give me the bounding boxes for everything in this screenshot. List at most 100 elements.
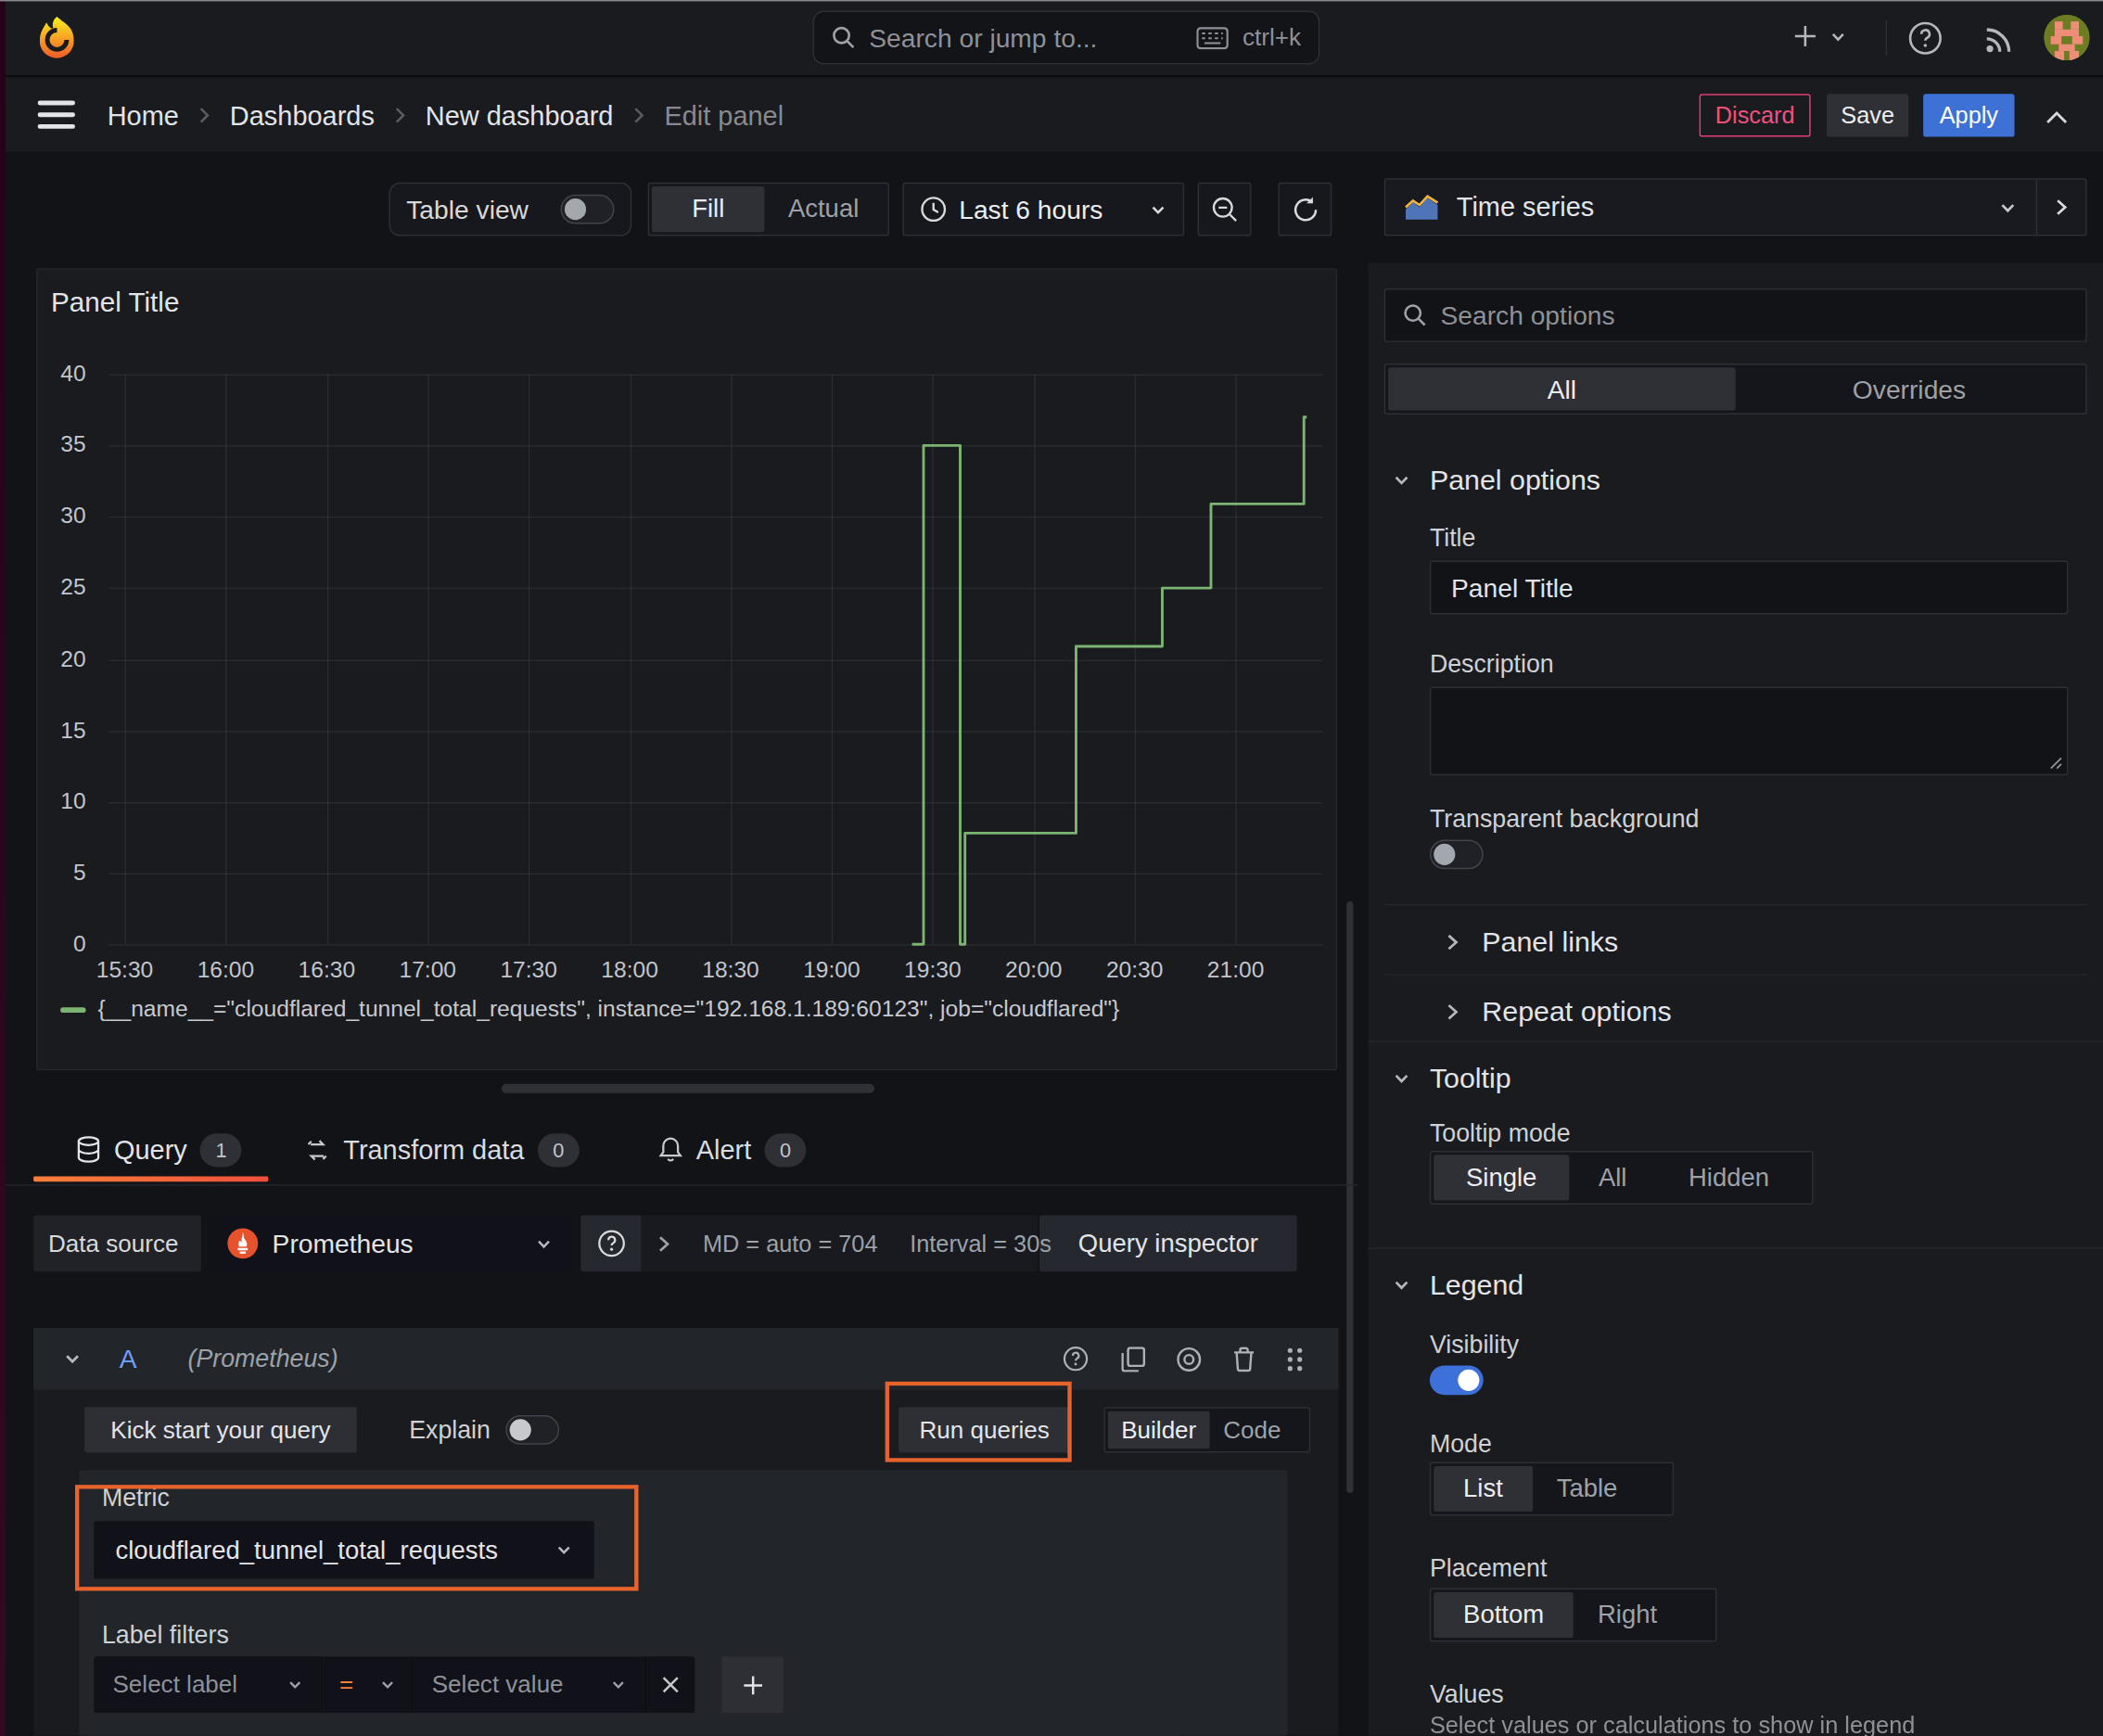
visualization-picker[interactable]: Time series xyxy=(1384,178,2087,236)
mode-table[interactable]: Table xyxy=(1533,1466,1642,1512)
save-button[interactable]: Save xyxy=(1827,94,1908,136)
repeat-options-title: Repeat options xyxy=(1482,995,1671,1028)
breadcrumb-home[interactable]: Home xyxy=(108,100,179,131)
menu-icon[interactable] xyxy=(37,99,74,130)
options-divider xyxy=(1368,1247,2103,1248)
expand-chevron-icon[interactable] xyxy=(657,1233,670,1254)
placement-right[interactable]: Right xyxy=(1574,1592,1681,1638)
operator-dropdown[interactable]: = xyxy=(324,1656,414,1713)
tab-query[interactable]: Query 1 xyxy=(76,1130,242,1168)
query-ref-id: A xyxy=(120,1344,137,1374)
apply-button[interactable]: Apply xyxy=(1923,94,2014,136)
table-view-control[interactable]: Table view xyxy=(389,183,631,236)
query-row-header[interactable]: A (Prometheus) xyxy=(33,1328,1338,1390)
trash-icon[interactable] xyxy=(1232,1346,1255,1371)
options-divider xyxy=(1384,974,2087,975)
refresh-button[interactable] xyxy=(1278,183,1332,236)
time-range-picker[interactable]: Last 6 hours xyxy=(902,183,1184,236)
add-button[interactable] xyxy=(1791,23,1846,50)
zoom-out-button[interactable] xyxy=(1198,183,1252,236)
grafana-logo[interactable] xyxy=(36,15,78,62)
builder-option[interactable]: Builder xyxy=(1108,1411,1210,1449)
remove-filter-button[interactable] xyxy=(646,1656,695,1713)
description-label: Description xyxy=(1430,649,1554,679)
tab-transform-data[interactable]: Transform data 0 xyxy=(304,1130,579,1168)
news-rss-icon[interactable] xyxy=(1981,21,2016,57)
visibility-toggle[interactable] xyxy=(1430,1365,1484,1395)
description-textarea[interactable] xyxy=(1430,687,2068,775)
global-search[interactable]: Search or jump to... ctrl+k xyxy=(813,11,1320,65)
legend-label: {__name__="cloudflared_tunnel_total_requ… xyxy=(98,997,1120,1024)
fill-option[interactable]: Fill xyxy=(652,186,764,232)
duplicate-icon[interactable] xyxy=(1121,1346,1145,1371)
fill-actual-switch: Fill Actual xyxy=(648,183,889,236)
options-tab-all[interactable]: All xyxy=(1388,367,1736,410)
options-tab-overrides[interactable]: Overrides xyxy=(1736,367,2084,410)
mode-label: Mode xyxy=(1430,1430,1492,1460)
search-icon xyxy=(832,25,856,49)
help-icon[interactable] xyxy=(1907,20,1944,57)
chart-legend-item[interactable]: {__name__="cloudflared_tunnel_total_requ… xyxy=(60,997,1119,1024)
keyboard-icon xyxy=(1197,26,1230,49)
datasource-label: Data source xyxy=(48,1230,178,1257)
transparent-bg-toggle[interactable] xyxy=(1430,839,1484,869)
repeat-options-header[interactable]: Repeat options xyxy=(1446,995,1671,1028)
datasource-help-button[interactable] xyxy=(580,1215,643,1271)
series-line xyxy=(37,270,1335,1069)
mode-list[interactable]: List xyxy=(1434,1466,1532,1512)
query-inspector-button[interactable]: Query inspector xyxy=(1039,1215,1297,1271)
vertical-scrollbar[interactable] xyxy=(1346,901,1353,1493)
kickstart-button[interactable]: Kick start your query xyxy=(84,1407,357,1452)
tooltip-header[interactable]: Tooltip xyxy=(1392,1063,1510,1095)
select-value-dropdown[interactable]: Select value xyxy=(413,1656,646,1713)
chevron-down-icon xyxy=(1998,198,2017,216)
screen-left-edge xyxy=(0,0,6,1736)
add-filter-button[interactable] xyxy=(721,1656,784,1713)
collapse-up-icon[interactable] xyxy=(2041,102,2071,132)
tooltip-hidden[interactable]: Hidden xyxy=(1656,1155,1802,1200)
horizontal-resize-handle[interactable] xyxy=(502,1084,874,1093)
tab-transform-count: 0 xyxy=(538,1133,580,1167)
chevron-down-icon xyxy=(1150,200,1167,218)
discard-button[interactable]: Discard xyxy=(1700,94,1811,136)
drag-handle-icon[interactable] xyxy=(1286,1346,1304,1371)
breadcrumb-bar: Home Dashboards New dashboard Edit panel… xyxy=(0,78,2103,152)
tab-alert[interactable]: Alert 0 xyxy=(658,1130,806,1168)
legend-placement-switch: Bottom Right xyxy=(1430,1589,1717,1642)
options-search[interactable]: Search options xyxy=(1384,288,2087,342)
collapse-chevron-icon[interactable] xyxy=(63,1349,82,1368)
breadcrumb-new-dashboard[interactable]: New dashboard xyxy=(426,100,614,131)
explain-label: Explain xyxy=(409,1415,491,1445)
time-series-chart[interactable]: 051015202530354015:3016:0016:3017:0017:3… xyxy=(37,270,1335,1069)
code-option[interactable]: Code xyxy=(1210,1411,1294,1449)
tooltip-mode-switch: Single All Hidden xyxy=(1430,1151,1814,1205)
visibility-label: Visibility xyxy=(1430,1331,1519,1360)
query-stats-bar: MD = auto = 704 Interval = 30s xyxy=(641,1215,1038,1271)
timeseries-viz-icon xyxy=(1404,194,1439,221)
datasource-picker[interactable]: Prometheus xyxy=(210,1215,570,1271)
plus-icon xyxy=(1791,23,1818,50)
query-help-icon[interactable] xyxy=(1063,1346,1090,1372)
toggle-pane-button[interactable] xyxy=(2036,180,2086,235)
placement-bottom[interactable]: Bottom xyxy=(1434,1592,1574,1638)
panel-title-input[interactable]: Panel Title xyxy=(1430,561,2068,615)
disable-query-icon[interactable] xyxy=(1177,1346,1202,1371)
panel-options-header[interactable]: Panel options xyxy=(1392,464,1600,496)
time-range-label: Last 6 hours xyxy=(959,194,1137,224)
legend-header[interactable]: Legend xyxy=(1392,1269,1523,1301)
options-divider xyxy=(1384,904,2087,905)
avatar[interactable] xyxy=(2044,15,2089,60)
actual-option[interactable]: Actual xyxy=(764,186,882,232)
select-label-dropdown[interactable]: Select label xyxy=(94,1656,323,1713)
panel-links-header[interactable]: Panel links xyxy=(1446,925,1618,958)
breadcrumb-dashboards[interactable]: Dashboards xyxy=(230,100,375,131)
tooltip-all[interactable]: All xyxy=(1569,1155,1656,1200)
clock-icon xyxy=(920,196,947,223)
table-view-toggle[interactable] xyxy=(561,195,615,224)
chevron-down-icon xyxy=(535,1234,553,1252)
explain-toggle[interactable] xyxy=(505,1415,559,1445)
database-icon xyxy=(76,1136,100,1163)
tab-transform-label: Transform data xyxy=(343,1134,524,1165)
tooltip-single[interactable]: Single xyxy=(1434,1155,1569,1200)
chevron-down-icon xyxy=(610,1677,626,1692)
